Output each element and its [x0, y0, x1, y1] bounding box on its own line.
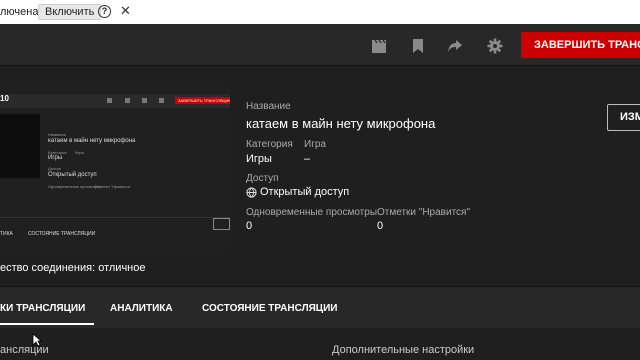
gear-icon[interactable]	[487, 38, 503, 54]
globe-icon	[246, 187, 257, 198]
share-icon[interactable]	[447, 38, 463, 54]
end-stream-button[interactable]: ЗАВЕРШИТЬ ТРАНСЛЯ	[521, 32, 640, 58]
edit-button[interactable]: ИЗМ	[607, 104, 640, 131]
preview-title: катаем в майн нету микрофона	[48, 138, 136, 144]
section-advanced-settings: Дополнительные настройки	[332, 344, 475, 356]
tab-analytics[interactable]: АНАЛИТИКА	[110, 303, 173, 314]
settings-area: ансляции Дополнительные настройки	[0, 328, 640, 360]
preview-counter: 10	[0, 94, 9, 103]
help-icon[interactable]: ?	[98, 5, 111, 18]
mouse-cursor-icon	[32, 333, 42, 347]
preview-bookmark-icon	[125, 98, 130, 103]
preview-tab-status: СОСТОЯНИЕ ТРАНСЛЯЦИИ	[28, 231, 96, 237]
preview-access-label: Доступ	[48, 166, 62, 171]
plugin-info-bar: лючена Включить ? ✕	[0, 0, 640, 24]
title-label: Название	[246, 101, 291, 112]
close-icon[interactable]: ✕	[120, 4, 131, 18]
access-label: Доступ	[246, 173, 279, 184]
preview-viewers-label: Одновременные просмотры	[48, 184, 101, 189]
tab-stream-status[interactable]: СОСТОЯНИЕ ТРАНСЛЯЦИИ	[202, 303, 337, 314]
preview-access: Открытый доступ	[48, 172, 97, 178]
preview-title-label: Название	[48, 132, 66, 137]
preview-game-label: Игра	[75, 150, 84, 155]
enable-button[interactable]: Включить	[38, 4, 102, 20]
preview-edit-button	[213, 218, 230, 230]
category-label: Категория	[246, 139, 293, 150]
connection-quality: ество соединения: отличное	[0, 262, 146, 274]
tab-bar: КИ ТРАНСЛЯЦИИ АНАЛИТИКА СОСТОЯНИЕ ТРАНСЛ…	[0, 286, 640, 328]
game-value: –	[304, 153, 311, 165]
preview-clapperboard-icon	[107, 98, 112, 103]
preview-video	[0, 114, 40, 178]
preview-end-button: ЗАВЕРШИТЬ ТРАНСЛЯЦИЮ	[175, 97, 230, 104]
plugin-status-text: лючена	[0, 6, 39, 18]
game-label: Игра	[304, 139, 326, 150]
bookmark-icon[interactable]	[410, 38, 426, 54]
access-value: Открытый доступ	[260, 186, 350, 198]
stream-title: катаем в майн нету микрофона	[246, 116, 436, 131]
category-value: Игры	[246, 153, 272, 165]
stream-preview[interactable]: 10 ЗАВЕРШИТЬ ТРАНСЛЯЦИЮ Название катаем …	[0, 84, 230, 252]
likes-value: 0	[377, 220, 384, 232]
preview-share-icon	[142, 98, 147, 103]
active-tab-indicator	[0, 323, 94, 325]
preview-tab-analytics: ТИКА	[0, 231, 13, 237]
preview-category: Игры	[48, 155, 63, 161]
tab-stream-settings[interactable]: КИ ТРАНСЛЯЦИИ	[0, 303, 85, 314]
preview-divider	[0, 217, 230, 218]
clapperboard-icon[interactable]	[371, 38, 387, 54]
likes-label: Отметки "Нравится"	[377, 207, 471, 218]
preview-likes-label: Отметки "Нравится"	[94, 184, 132, 189]
preview-gear-icon	[159, 98, 164, 103]
viewers-value: 0	[246, 220, 253, 232]
viewers-label: Одновременные просмотры	[246, 207, 378, 218]
